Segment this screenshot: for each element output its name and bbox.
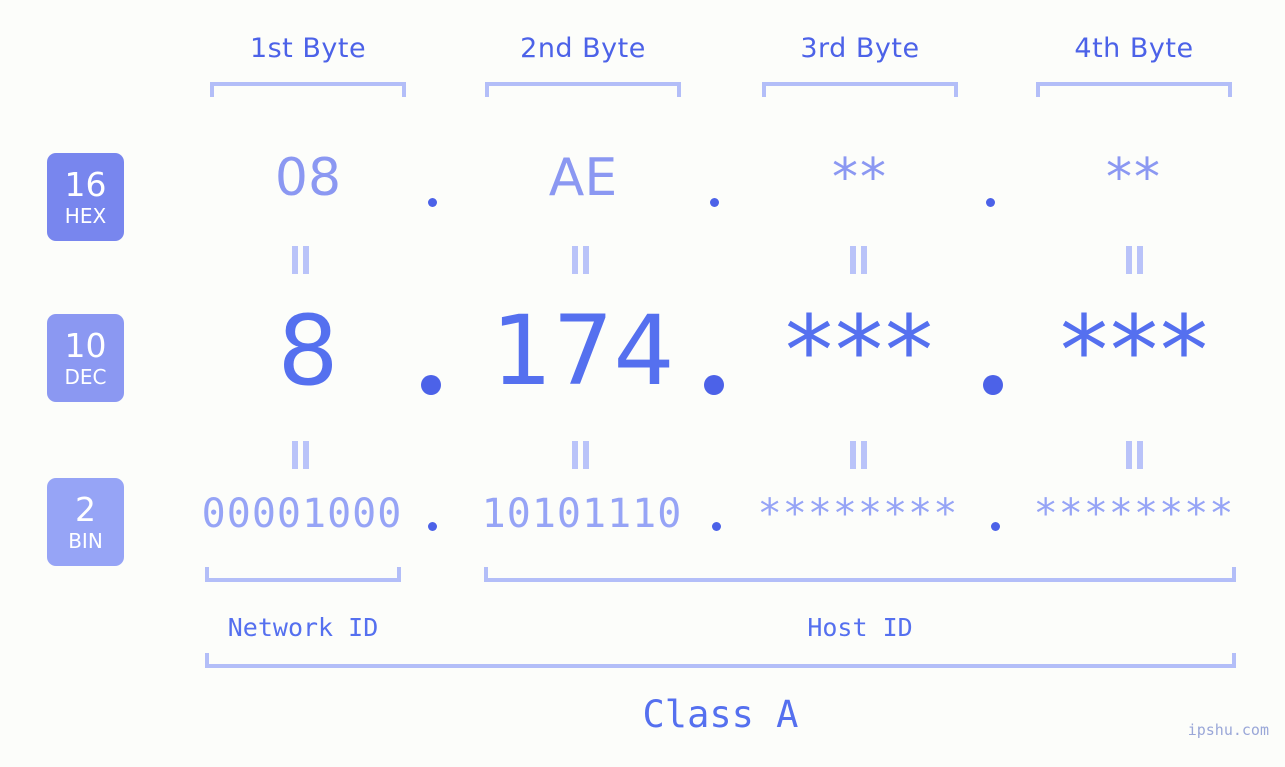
site-watermark: ipshu.com (1187, 721, 1269, 739)
byte-bracket-top-3 (762, 82, 958, 97)
equals-connector-dec-bin-3 (848, 441, 870, 469)
network-id-bracket (205, 567, 401, 582)
bin-separator-dot-3 (991, 522, 1000, 531)
equals-connector-hex-dec-4 (1124, 246, 1146, 274)
equals-connector-hex-dec-3 (848, 246, 870, 274)
equals-connector-hex-dec-1 (290, 246, 312, 274)
bin-separator-dot-1 (428, 522, 437, 531)
base-badge-hex-number: 16 (64, 165, 107, 204)
byte-header-1: 1st Byte (249, 33, 367, 64)
bin-byte-2: 10101110 (481, 491, 683, 537)
host-id-bracket (484, 567, 1236, 582)
dec-byte-2: 174 (491, 295, 675, 407)
dec-separator-dot-3 (983, 375, 1003, 395)
byte-bracket-top-1 (210, 82, 406, 97)
hex-byte-1: 08 (274, 148, 342, 208)
class-bracket (205, 653, 1236, 668)
base-badge-bin-system: BIN (68, 529, 103, 553)
base-badge-dec: 10 DEC (47, 314, 124, 402)
base-badge-bin-number: 2 (75, 490, 96, 529)
class-label: Class A (642, 693, 799, 736)
dec-byte-1: 8 (277, 295, 339, 407)
hex-separator-dot-3 (986, 198, 995, 207)
bin-byte-4: ******** (1033, 491, 1235, 537)
host-id-label: Host ID (807, 613, 913, 642)
dec-separator-dot-2 (704, 375, 724, 395)
bin-byte-3: ******** (757, 491, 959, 537)
hex-byte-4: ** (1106, 148, 1162, 208)
hex-separator-dot-2 (710, 198, 719, 207)
base-badge-hex: 16 HEX (47, 153, 124, 241)
byte-header-4: 4th Byte (1074, 33, 1194, 64)
network-id-label: Network ID (227, 613, 379, 642)
equals-connector-dec-bin-4 (1124, 441, 1146, 469)
equals-connector-dec-bin-2 (570, 441, 592, 469)
hex-byte-2: AE (548, 148, 618, 208)
ip-address-breakdown-diagram: 1st Byte 2nd Byte 3rd Byte 4th Byte 16 H… (0, 0, 1285, 767)
bin-byte-1: 00001000 (201, 491, 403, 537)
byte-bracket-top-4 (1036, 82, 1232, 97)
equals-connector-hex-dec-2 (570, 246, 592, 274)
base-badge-hex-system: HEX (64, 204, 107, 228)
dec-separator-dot-1 (421, 375, 441, 395)
bin-separator-dot-2 (712, 522, 721, 531)
base-badge-dec-system: DEC (64, 365, 107, 389)
base-badge-dec-number: 10 (64, 326, 107, 365)
byte-header-2: 2nd Byte (520, 33, 646, 64)
byte-header-3: 3rd Byte (800, 33, 920, 64)
equals-connector-dec-bin-1 (290, 441, 312, 469)
hex-byte-3: ** (832, 148, 888, 208)
base-badge-bin: 2 BIN (47, 478, 124, 566)
hex-separator-dot-1 (428, 198, 437, 207)
dec-byte-3: *** (785, 295, 935, 407)
dec-byte-4: *** (1060, 295, 1210, 407)
byte-bracket-top-2 (485, 82, 681, 97)
